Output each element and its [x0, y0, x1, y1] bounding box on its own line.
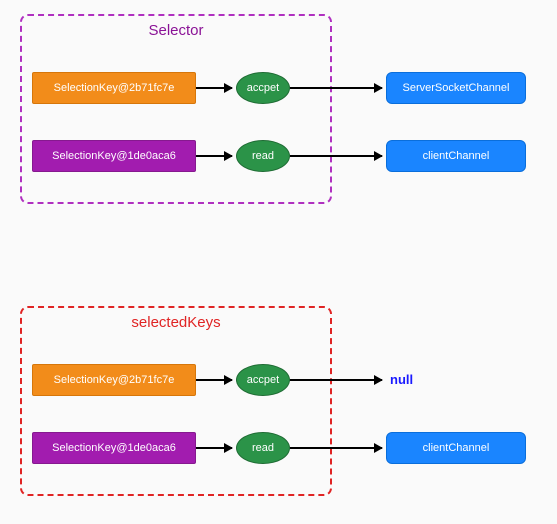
operation-ellipse: accpet: [236, 364, 290, 396]
selector-title: Selector: [22, 22, 330, 39]
arrow-icon: [290, 87, 382, 89]
selected-keys-title: selectedKeys: [22, 314, 330, 331]
channel-box: ServerSocketChannel: [386, 72, 526, 104]
arrow-icon: [196, 155, 232, 157]
arrow-icon: [290, 155, 382, 157]
channel-box: clientChannel: [386, 140, 526, 172]
selection-key-box: SelectionKey@2b71fc7e: [32, 72, 196, 104]
operation-ellipse: read: [236, 432, 290, 464]
arrow-icon: [290, 379, 382, 381]
selector-group: Selector: [20, 14, 332, 204]
null-label: null: [390, 372, 413, 387]
arrow-icon: [196, 87, 232, 89]
selection-key-box: SelectionKey@2b71fc7e: [32, 364, 196, 396]
arrow-icon: [196, 379, 232, 381]
selected-keys-group: selectedKeys: [20, 306, 332, 496]
selection-key-box: SelectionKey@1de0aca6: [32, 432, 196, 464]
operation-ellipse: read: [236, 140, 290, 172]
operation-ellipse: accpet: [236, 72, 290, 104]
arrow-icon: [290, 447, 382, 449]
selection-key-box: SelectionKey@1de0aca6: [32, 140, 196, 172]
channel-box: clientChannel: [386, 432, 526, 464]
arrow-icon: [196, 447, 232, 449]
